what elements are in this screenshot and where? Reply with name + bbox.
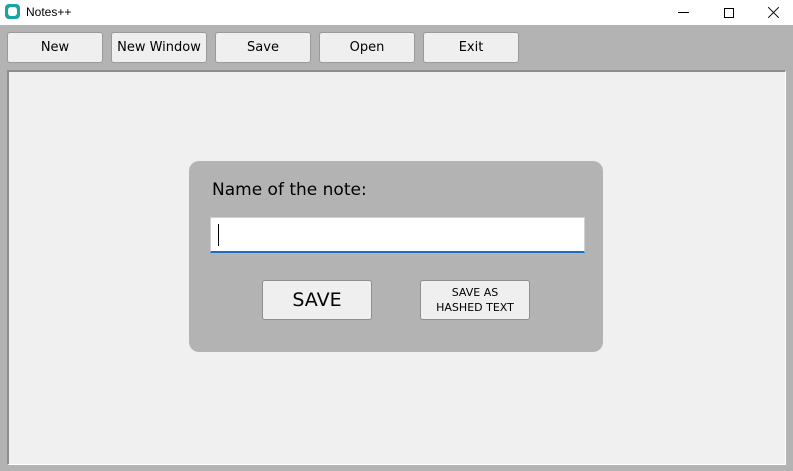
minimize-button[interactable] <box>660 0 706 25</box>
open-button[interactable]: Open <box>319 32 415 63</box>
save-button[interactable]: Save <box>215 32 311 63</box>
window-title: Notes++ <box>26 5 72 19</box>
new-window-button[interactable]: New Window <box>111 32 207 63</box>
save-hashed-label-line1: SAVE AS <box>451 286 499 299</box>
maximize-icon <box>724 7 734 18</box>
close-button[interactable] <box>750 0 793 25</box>
exit-button[interactable]: Exit <box>423 32 519 63</box>
close-icon <box>767 6 780 19</box>
maximize-button[interactable] <box>706 0 752 25</box>
dialog-save-button[interactable]: SAVE <box>262 280 372 320</box>
text-caret <box>218 224 219 246</box>
note-name-input[interactable] <box>210 217 585 253</box>
save-as-hashed-text-button[interactable]: SAVE AS HASHED TEXT <box>420 280 530 320</box>
minimize-icon <box>677 12 689 13</box>
app-icon <box>5 4 20 19</box>
save-hashed-label-line2: HASHED TEXT <box>436 301 514 314</box>
save-note-dialog: Name of the note: SAVE SAVE AS HASHED TE… <box>189 161 603 352</box>
new-button[interactable]: New <box>7 32 103 63</box>
title-bar: Notes++ <box>0 0 793 25</box>
note-name-label: Name of the note: <box>212 180 367 200</box>
